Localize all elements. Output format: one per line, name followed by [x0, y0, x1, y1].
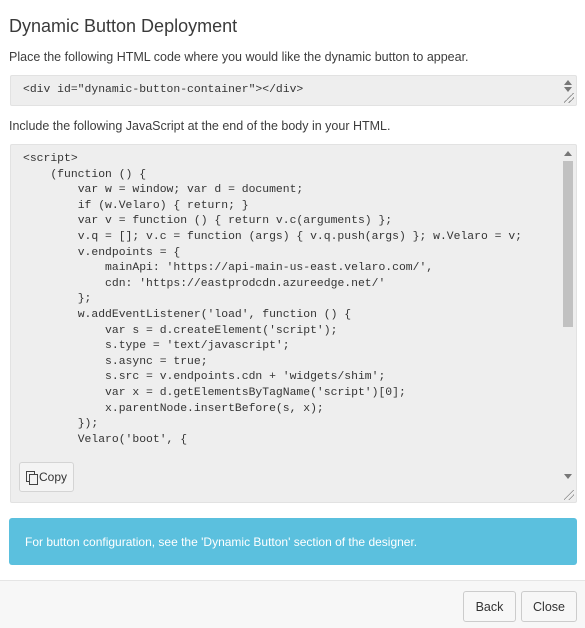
- close-button[interactable]: Close: [521, 591, 577, 622]
- html-instruction: Place the following HTML code where you …: [9, 50, 469, 64]
- dialog-title: Dynamic Button Deployment: [9, 16, 238, 36]
- resize-grip-icon[interactable]: [564, 93, 574, 103]
- copy-icon: [26, 471, 38, 485]
- html-code-textarea[interactable]: <div id="dynamic-button-container"></div…: [10, 75, 577, 106]
- js-code-textarea[interactable]: <script> (function () { var w = window; …: [10, 144, 577, 503]
- copy-button-label: Copy: [38, 470, 67, 484]
- scroll-thumb[interactable]: [563, 161, 573, 327]
- html-code-text: <div id="dynamic-button-container"></div…: [23, 84, 304, 96]
- js-instruction: Include the following JavaScript at the …: [9, 119, 391, 133]
- js-code-text: <script> (function () { var w = window; …: [23, 153, 522, 446]
- js-code-scrollbar[interactable]: [560, 145, 576, 502]
- scroll-down-icon[interactable]: [564, 87, 572, 92]
- scroll-down-icon[interactable]: [564, 474, 572, 479]
- back-button[interactable]: Back: [463, 591, 516, 622]
- scroll-up-icon[interactable]: [564, 80, 572, 85]
- info-alert-text: For button configuration, see the 'Dynam…: [25, 534, 418, 549]
- copy-button[interactable]: Copy: [19, 462, 74, 492]
- resize-grip-icon[interactable]: [564, 490, 574, 500]
- info-alert: For button configuration, see the 'Dynam…: [9, 518, 577, 565]
- scroll-up-icon[interactable]: [564, 151, 572, 156]
